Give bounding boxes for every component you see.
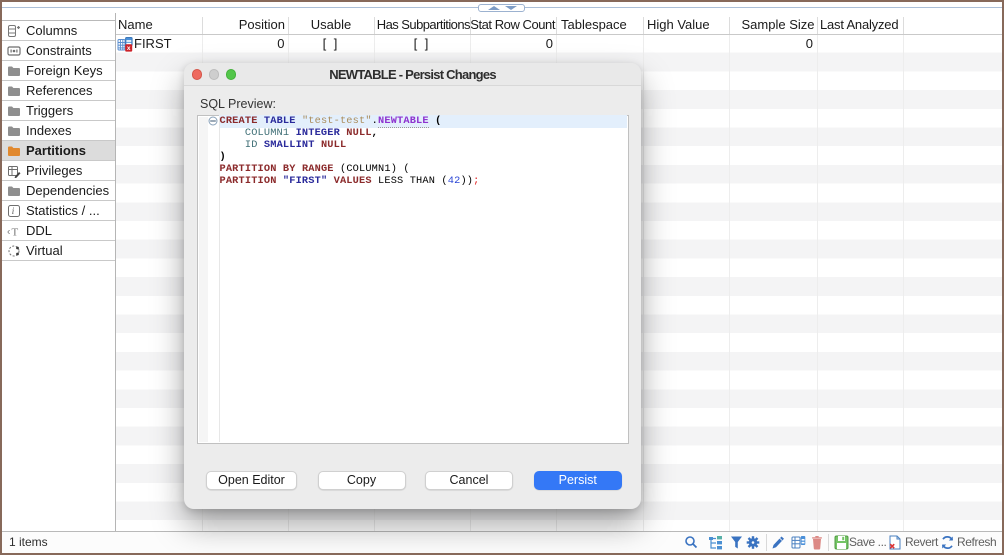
svg-text:‹: ‹	[7, 226, 10, 237]
svg-text:T: T	[12, 226, 19, 238]
svg-text:x: x	[127, 45, 131, 52]
